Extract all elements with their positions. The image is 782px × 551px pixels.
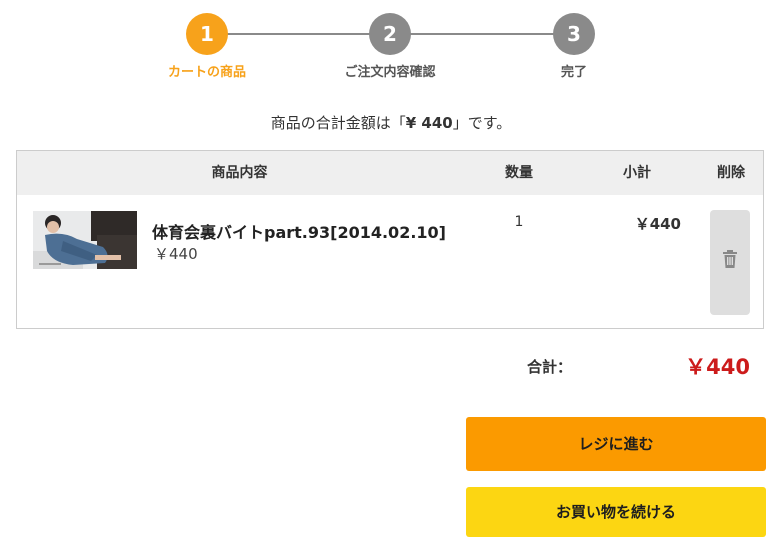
table-row: 体育会裏バイトpart.93[2014.02.10] ￥440 1 ￥440 <box>17 195 763 328</box>
product-quantity: 1 <box>514 214 524 230</box>
total-price: ￥440 <box>685 355 750 379</box>
checkout-steps: 1 カートの商品 2 ご注文内容確認 3 完了 <box>0 0 782 90</box>
header-product: 商品内容 <box>211 165 268 181</box>
step-confirm: 2 ご注文内容確認 <box>320 13 460 80</box>
summary-amount: ¥ 440 <box>405 114 453 132</box>
step-label: 完了 <box>560 65 587 80</box>
product-subtotal: ￥440 <box>634 215 681 233</box>
step-label: ご注文内容確認 <box>344 65 436 80</box>
step-complete: 3 完了 <box>504 13 644 80</box>
cart-summary: 商品の合計金額は「¥ 440」です。 <box>0 112 782 133</box>
step-number: 2 <box>369 13 411 55</box>
summary-prefix: 商品の合計金額は「 <box>270 114 406 132</box>
product-title[interactable]: 体育会裏バイトpart.93[2014.02.10] <box>152 219 446 243</box>
step-number: 1 <box>186 13 228 55</box>
table-header: 商品内容 数量 小計 削除 <box>17 151 763 195</box>
header-delete: 削除 <box>717 165 745 181</box>
delete-button[interactable] <box>710 210 750 315</box>
cart-table: 商品内容 数量 小計 削除 体育会裏バイトpart.93[2014.02.10]… <box>16 150 764 329</box>
product-price: ￥440 <box>154 245 198 263</box>
summary-suffix: 」です。 <box>452 114 512 132</box>
checkout-button[interactable]: レジに進む <box>466 417 766 471</box>
step-cart: 1 カートの商品 <box>137 13 277 80</box>
step-label: カートの商品 <box>167 65 246 80</box>
header-subtotal: 小計 <box>623 165 651 181</box>
trash-icon <box>723 250 737 268</box>
header-quantity: 数量 <box>505 165 533 181</box>
step-number: 3 <box>553 13 595 55</box>
product-thumbnail[interactable] <box>33 211 137 269</box>
continue-shopping-button[interactable]: お買い物を続ける <box>466 487 766 537</box>
total-label: 合計： <box>527 358 573 376</box>
